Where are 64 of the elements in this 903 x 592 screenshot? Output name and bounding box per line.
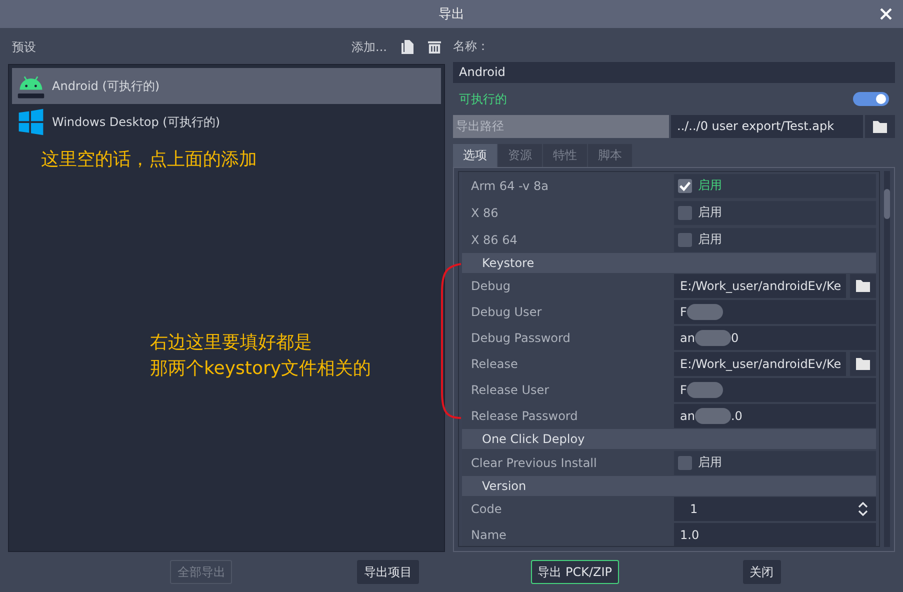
property-label: Clear Previous Install — [470, 456, 598, 470]
folder-icon — [873, 120, 887, 132]
section-header: Keystore — [462, 253, 876, 273]
folder-icon — [856, 280, 870, 292]
path-field[interactable]: E:/Work_user/androidEv/Ke — [674, 274, 846, 298]
text-field[interactable]: 1.0 — [674, 523, 876, 546]
tab[interactable]: 选项 — [453, 144, 497, 167]
property-label: Code — [470, 502, 503, 516]
property-label: Release — [470, 357, 519, 371]
checkbox-label: 启用 — [698, 231, 722, 248]
checkbox[interactable] — [678, 206, 692, 220]
runnable-toggle[interactable] — [853, 92, 889, 106]
checkbox-label: 启用 — [698, 177, 722, 194]
scrollbar-thumb[interactable] — [884, 189, 890, 219]
property-label: Name — [470, 528, 508, 542]
name-field[interactable]: Android — [453, 62, 895, 83]
blurred-region — [694, 408, 731, 424]
dialog-button[interactable]: 关闭 — [742, 560, 781, 584]
runnable-label: 可执行的 — [459, 90, 507, 108]
close-icon[interactable] — [880, 8, 892, 20]
add-button[interactable]: 添加... — [352, 38, 387, 56]
blurred-region — [686, 382, 723, 398]
window-title: 导出 — [438, 6, 464, 23]
section-header: One Click Deploy — [462, 429, 876, 449]
annotation-text: 这里空的话，点上面的添加 — [41, 148, 257, 171]
spin-field[interactable]: 1 — [674, 497, 876, 521]
property-label: Release Password — [470, 409, 579, 423]
folder-button[interactable] — [850, 352, 876, 376]
export-path-field[interactable]: ../../0 user export/Test.apk — [671, 115, 863, 138]
checkbox[interactable] — [678, 456, 692, 470]
property-label: X 86 64 — [470, 232, 518, 246]
presets-label: 预设 — [12, 38, 36, 56]
folder-button[interactable] — [865, 115, 895, 138]
text-field[interactable]: F — [674, 300, 876, 324]
blurred-region — [686, 304, 723, 320]
blurred-region — [694, 330, 731, 346]
folder-icon — [856, 358, 870, 370]
checkbox-label: 启用 — [698, 454, 722, 471]
property-label: Debug Password — [470, 331, 572, 345]
property-label: Arm 64 -v 8a — [470, 178, 550, 192]
annotation-text: 右边这里要填好都是 那两个keystory文件相关的 — [150, 331, 372, 381]
text-field[interactable]: F — [674, 378, 876, 402]
name-label: 名称： — [453, 38, 490, 55]
export-path-label: 导出路径 — [453, 115, 669, 138]
checkbox-label: 启用 — [698, 204, 722, 221]
property-label: Debug — [470, 279, 512, 293]
duplicate-icon[interactable] — [401, 40, 414, 54]
text-field[interactable]: an .0 — [674, 404, 876, 428]
folder-button[interactable] — [850, 274, 876, 298]
preset-item[interactable]: Windows Desktop (可执行的) — [12, 104, 441, 140]
checkbox[interactable] — [678, 178, 692, 192]
checkbox[interactable] — [678, 232, 692, 246]
windows-icon — [16, 107, 46, 137]
spinner-icon[interactable] — [858, 502, 868, 516]
preset-item[interactable]: Android (可执行的) — [12, 68, 441, 104]
text-field[interactable]: an 0 — [674, 326, 876, 350]
dialog-button[interactable]: 导出项目 — [357, 560, 420, 584]
dialog-button[interactable]: 导出 PCK/ZIP — [530, 560, 620, 584]
delete-icon[interactable] — [428, 40, 441, 54]
property-label: Debug User — [470, 305, 543, 319]
property-label: X 86 — [470, 206, 500, 220]
property-label: Release User — [470, 383, 550, 397]
section-header: Version — [462, 476, 876, 496]
path-field[interactable]: E:/Work_user/androidEv/Ke — [674, 352, 846, 376]
